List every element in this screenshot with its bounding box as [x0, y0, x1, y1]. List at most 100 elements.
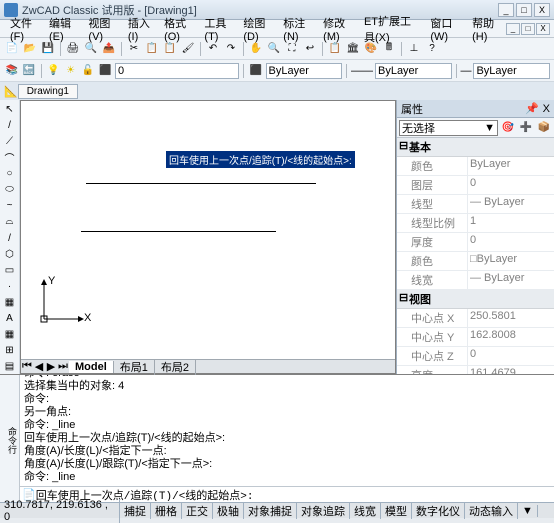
tool-line[interactable]: / [2, 118, 18, 133]
tool-region[interactable]: ▤ [2, 359, 18, 374]
tab-model[interactable]: Model [69, 361, 114, 373]
tool-polygon[interactable]: ⬡ [2, 247, 18, 262]
tool-circle[interactable]: ○ [2, 166, 18, 181]
zoom-button[interactable]: 🔍 [266, 41, 282, 57]
prop-row[interactable]: 线型比例1 [397, 214, 554, 233]
tool-rect[interactable]: ▭ [2, 263, 18, 278]
tab-nav-next[interactable]: ▶ [45, 360, 57, 373]
status-tablet[interactable]: 数字化仪 [412, 503, 465, 519]
prop-value[interactable]: 0 [467, 347, 554, 365]
publish-button[interactable]: 📤 [101, 41, 117, 57]
prop-row[interactable]: 厚度0 [397, 233, 554, 252]
layer-plot-icon[interactable]: ⬛ [98, 63, 113, 79]
status-dropdown[interactable]: ▼ [518, 505, 538, 517]
tab-layout1[interactable]: 布局1 [114, 359, 155, 375]
line-entity[interactable] [86, 183, 316, 184]
menu-help[interactable]: 帮助(H) [466, 13, 506, 45]
layer-prev-button[interactable]: 🔙 [21, 63, 36, 79]
tool-pointer[interactable]: ↖ [2, 102, 18, 117]
prop-value[interactable]: 162.8008 [467, 328, 554, 346]
tab-nav-first[interactable]: ⏮ [21, 360, 33, 373]
copy-button[interactable]: 📋 [144, 41, 160, 57]
status-polar[interactable]: 极轴 [213, 503, 244, 519]
coordinate-display[interactable]: 310.7817, 219.6136 , 0 [0, 499, 120, 523]
panel-pin-icon[interactable]: 📌 [525, 102, 539, 115]
layer-manager-button[interactable]: 📚 [4, 63, 19, 79]
prop-row[interactable]: 颜色□ByLayer [397, 252, 554, 271]
tool-earc[interactable]: ⌓ [2, 214, 18, 229]
tool-arc[interactable]: ⌒ [2, 150, 18, 165]
matchprop-button[interactable]: 🖌 [180, 41, 196, 57]
prop-value[interactable]: ByLayer [467, 157, 554, 175]
color-swatch-icon[interactable]: ⬛ [248, 63, 263, 79]
calc-button[interactable]: 🖩 [381, 41, 397, 57]
redo-button[interactable]: ↷ [223, 41, 239, 57]
cut-button[interactable]: ✂ [126, 41, 142, 57]
quickselect-button[interactable]: 🎯 [500, 120, 516, 136]
tool-hatch[interactable]: ▦ [2, 295, 18, 310]
prop-value[interactable]: □ByLayer [467, 252, 554, 270]
mdi-close-button[interactable]: X [536, 23, 550, 35]
maximize-button[interactable]: □ [516, 3, 532, 17]
layer-lock-icon[interactable]: 🔓 [80, 63, 95, 79]
prop-value[interactable]: — ByLayer [467, 195, 554, 213]
tool-pline[interactable]: / [2, 231, 18, 246]
pan-button[interactable]: ✋ [248, 41, 264, 57]
status-model[interactable]: 模型 [381, 503, 412, 519]
prop-value[interactable]: 1 [467, 214, 554, 232]
tab-layout2[interactable]: 布局2 [155, 359, 196, 375]
selectobj-button[interactable]: 📦 [536, 120, 552, 136]
tool-point[interactable]: · [2, 279, 18, 294]
prop-row[interactable]: 中心点 Y162.8008 [397, 328, 554, 347]
paste-button[interactable]: 📋 [162, 41, 178, 57]
tool-block[interactable]: ⊞ [2, 343, 18, 358]
save-button[interactable]: 💾 [40, 41, 56, 57]
prop-row[interactable]: 线型— ByLayer [397, 195, 554, 214]
selection-combobox[interactable]: 无选择▼ [399, 120, 498, 136]
tool-text[interactable]: A [2, 311, 18, 326]
status-osnap[interactable]: 对象捕捉 [244, 503, 297, 519]
drawing-canvas[interactable]: 回车使用上一次点/追踪(T)/<线的起始点>: Y X ⏮ ◀ ▶ ⏭ Mode… [20, 100, 396, 374]
line-entity[interactable] [81, 231, 276, 232]
status-ortho[interactable]: 正交 [182, 503, 213, 519]
tab-nav-last[interactable]: ⏭ [57, 360, 69, 373]
pickadd-button[interactable]: ➕ [518, 120, 534, 136]
color-combobox[interactable]: ByLayer [266, 63, 343, 79]
status-otrack[interactable]: 对象追踪 [297, 503, 350, 519]
layer-combobox[interactable]: 0 [115, 63, 239, 79]
help-button[interactable]: ? [424, 41, 440, 57]
tab-nav-prev[interactable]: ◀ [33, 360, 45, 373]
prop-value[interactable]: 250.5801 [467, 309, 554, 327]
prop-value[interactable]: 0 [467, 233, 554, 251]
mdi-min-button[interactable]: _ [506, 23, 520, 35]
mdi-restore-button[interactable]: □ [521, 23, 535, 35]
layer-on-icon[interactable]: 💡 [46, 63, 61, 79]
command-history[interactable]: 另一角点:命令: _erase命令: erase选择集当中的对象: 4命令:另一… [20, 375, 554, 486]
layer-freeze-icon[interactable]: ☀ [63, 63, 78, 79]
expand-icon[interactable]: ⊟ [399, 139, 409, 155]
tool-table[interactable]: ▦ [2, 327, 18, 342]
new-button[interactable]: 📄 [4, 41, 20, 57]
zoom-prev-button[interactable]: ↩ [302, 41, 318, 57]
status-snap[interactable]: 捕捉 [120, 503, 151, 519]
tool-xline[interactable]: ⟋ [2, 134, 18, 149]
tool-ellipse[interactable]: ⬭ [2, 182, 18, 197]
preview-button[interactable]: 🔍 [83, 41, 99, 57]
status-lwt[interactable]: 线宽 [350, 503, 381, 519]
prop-row[interactable]: 高度161.4679 [397, 366, 554, 374]
prop-value[interactable]: — ByLayer [467, 271, 554, 289]
dim-button[interactable]: ⊥ [406, 41, 422, 57]
print-button[interactable]: 🖨 [65, 41, 81, 57]
prop-row[interactable]: 线宽— ByLayer [397, 271, 554, 290]
properties-grid[interactable]: ⊟基本颜色ByLayer图层0线型— ByLayer线型比例1厚度0颜色□ByL… [397, 138, 554, 374]
designcenter-button[interactable]: 🏛 [345, 41, 361, 57]
expand-icon[interactable]: ⊟ [399, 291, 409, 307]
prop-value[interactable]: 0 [467, 176, 554, 194]
close-button[interactable]: X [534, 3, 550, 17]
panel-close-icon[interactable]: X [543, 103, 550, 115]
status-grid[interactable]: 栅格 [151, 503, 182, 519]
lineweight-combobox[interactable]: ByLayer [473, 63, 550, 79]
tool-spline[interactable]: ~ [2, 198, 18, 213]
document-tab[interactable]: Drawing1 [18, 84, 78, 99]
linetype-combobox[interactable]: ByLayer [375, 63, 452, 79]
